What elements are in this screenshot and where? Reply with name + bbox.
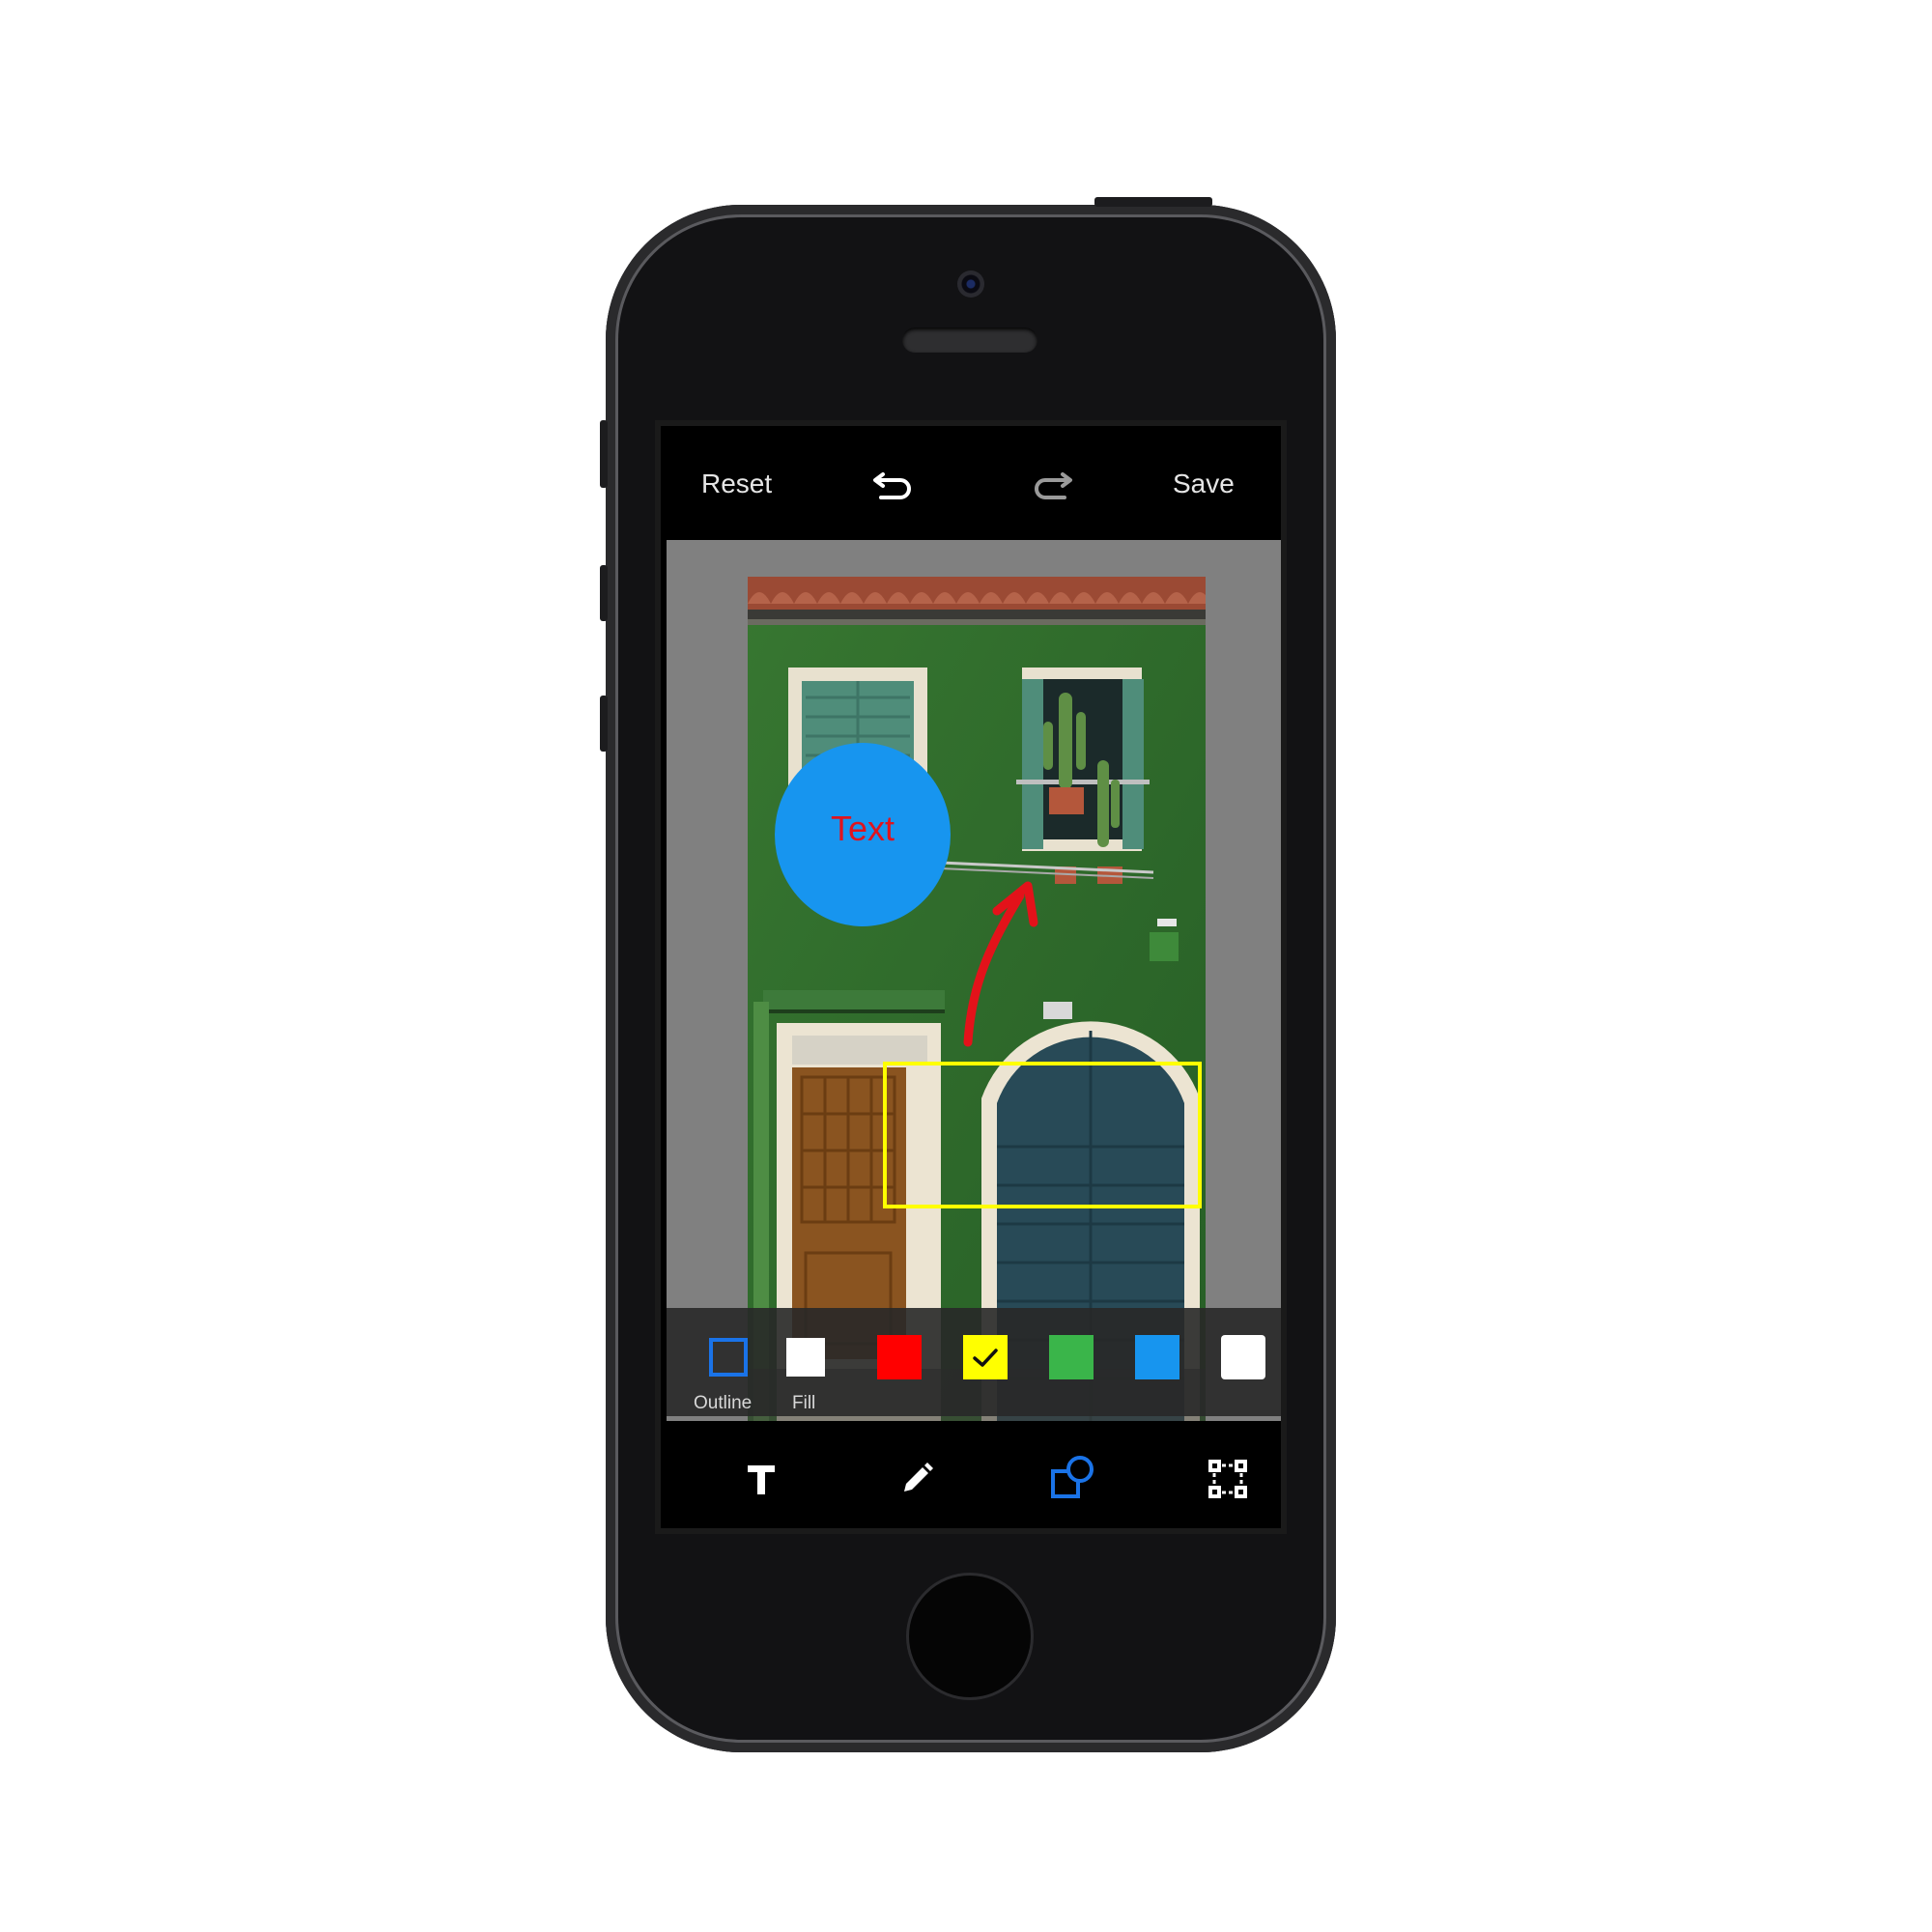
crop-tool-icon (1208, 1460, 1247, 1498)
photo-house-facade: Text (748, 577, 1206, 1421)
volume-up-button (600, 565, 608, 621)
outline-swatch[interactable] (709, 1338, 748, 1377)
volume-down-button (600, 696, 608, 752)
editor-canvas[interactable]: Text (667, 540, 1281, 1421)
reset-button[interactable]: Reset (701, 469, 772, 499)
fill-label: Fill (792, 1393, 816, 1413)
color-swatch-green[interactable] (1049, 1335, 1094, 1379)
shape-tool-button[interactable] (1043, 1450, 1101, 1508)
color-swatch-red[interactable] (877, 1335, 922, 1379)
redo-button[interactable] (1028, 461, 1074, 507)
outline-label: Outline (694, 1393, 753, 1413)
fill-swatch[interactable] (786, 1338, 825, 1377)
earpiece-speaker (902, 327, 1037, 353)
redo-icon (1035, 472, 1072, 499)
color-swatch-yellow[interactable] (963, 1335, 1008, 1379)
color-palette: Outline Fill (667, 1308, 1281, 1416)
save-button[interactable]: Save (1173, 469, 1235, 499)
pencil-tool-icon (904, 1463, 933, 1492)
shape-tool-icon (1051, 1456, 1094, 1498)
tool-bar (661, 1421, 1281, 1528)
color-swatch-blue[interactable] (1135, 1335, 1179, 1379)
rectangle-annotation[interactable] (883, 1062, 1202, 1208)
mute-switch (600, 420, 608, 488)
undo-icon (873, 472, 911, 499)
text-tool-button[interactable] (732, 1450, 790, 1508)
app-screen: Reset Save Text Outline Fill (655, 420, 1287, 1534)
pencil-tool-button[interactable] (888, 1450, 946, 1508)
power-button (1094, 197, 1212, 207)
crop-tool-button[interactable] (1199, 1450, 1257, 1508)
undo-button[interactable] (871, 461, 918, 507)
color-swatch-white[interactable] (1221, 1335, 1265, 1379)
home-button[interactable] (906, 1573, 1034, 1700)
front-camera (957, 270, 984, 298)
text-tool-icon (748, 1465, 775, 1494)
checkmark-icon (973, 1349, 998, 1367)
top-bar: Reset Save (661, 426, 1281, 540)
arrow-annotation[interactable] (748, 577, 1206, 1421)
